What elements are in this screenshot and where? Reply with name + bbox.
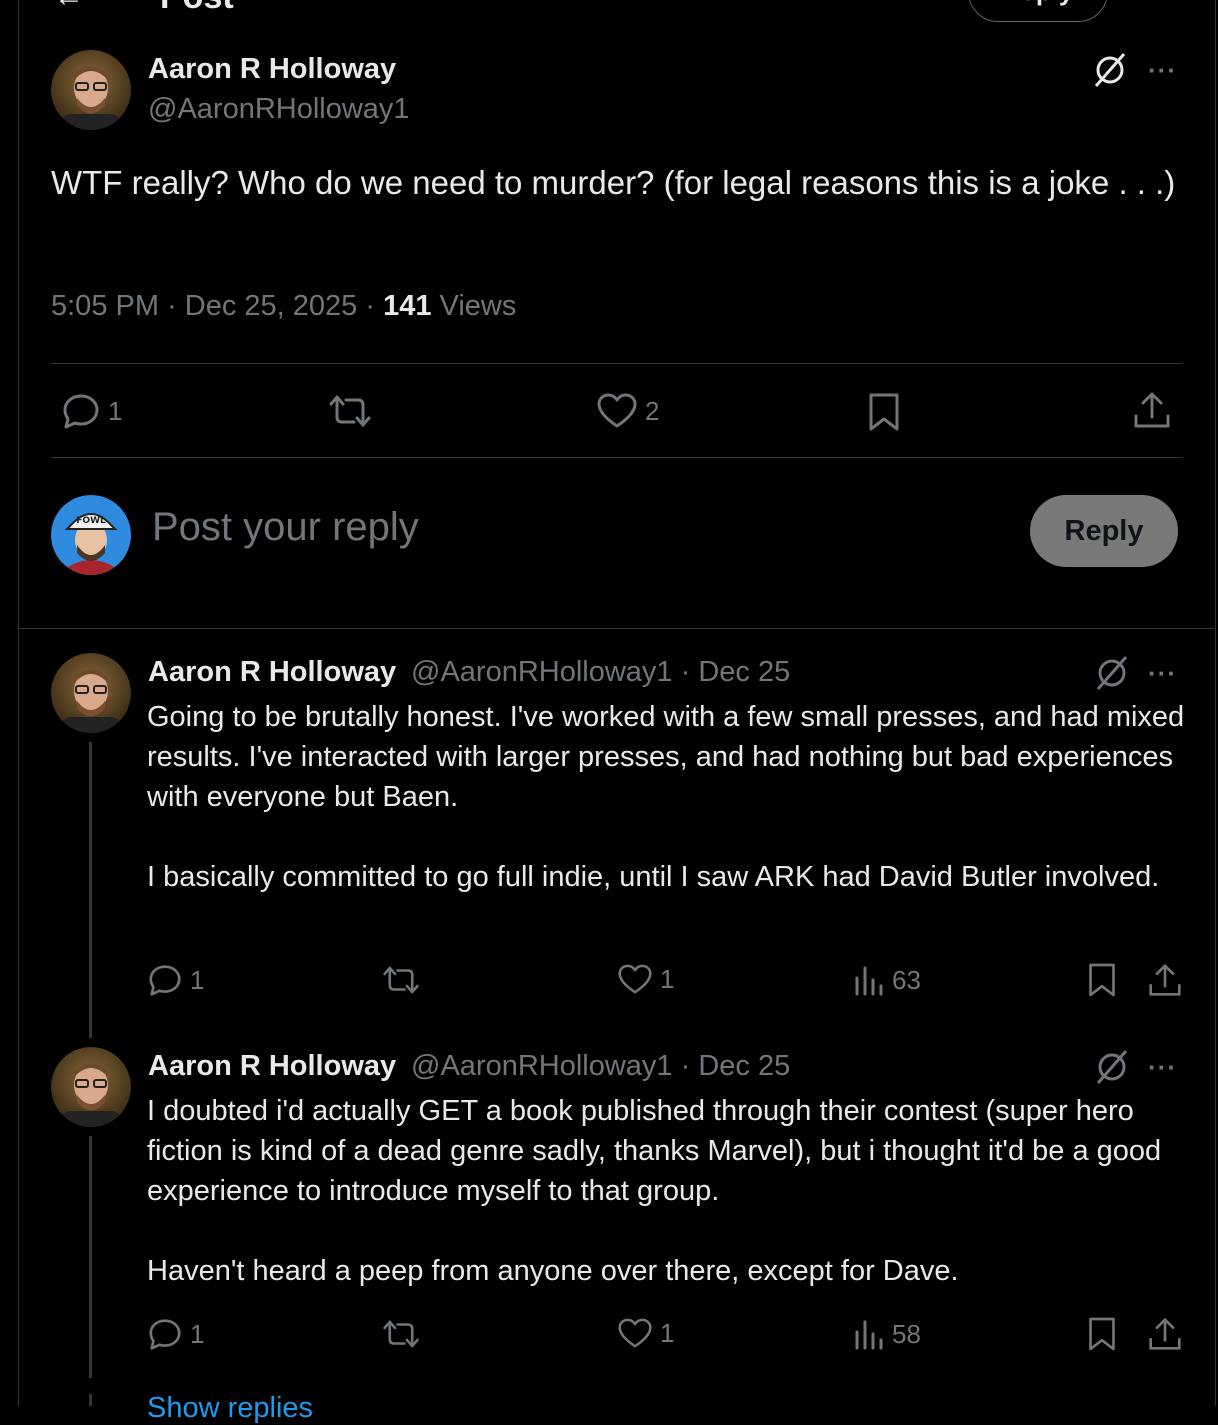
like-icon [618, 1318, 652, 1348]
bookmark-icon [1089, 1317, 1115, 1351]
reply-icon [149, 1319, 181, 1350]
grok-icon[interactable] [1092, 653, 1132, 693]
author-name[interactable]: Aaron R Holloway [148, 656, 396, 689]
views-label: Views [431, 290, 517, 322]
share-action[interactable] [1148, 1316, 1182, 1352]
views-count: 58 [892, 1318, 921, 1349]
avatar[interactable] [51, 50, 131, 130]
like-action[interactable]: 2 [597, 393, 659, 429]
divider [18, 628, 1216, 629]
reader-icon[interactable] [1130, 0, 1162, 10]
more-icon[interactable]: ··· [1148, 658, 1177, 689]
thread-line [89, 1136, 92, 1378]
like-icon [618, 964, 652, 994]
like-icon [597, 393, 637, 428]
like-count: 1 [660, 964, 675, 994]
thread-line-dots [89, 1394, 92, 1406]
views-icon [855, 1320, 883, 1350]
like-action[interactable]: 1 [618, 1318, 674, 1349]
author-name[interactable]: Aaron R Holloway [148, 53, 396, 86]
reply-paragraph: Going to be brutally honest. I've worked… [147, 701, 1185, 813]
composer-avatar[interactable]: FOWL [51, 495, 131, 575]
repost-action[interactable] [382, 1318, 420, 1350]
repost-icon [383, 966, 419, 994]
author-name[interactable]: Aaron R Holloway [148, 1050, 396, 1083]
reply-action[interactable]: 1 [62, 393, 122, 429]
reply-count: 1 [190, 964, 205, 995]
share-icon [1149, 1318, 1181, 1350]
author-handle[interactable]: @AaronRHolloway1 · Dec 25 [411, 1050, 790, 1083]
bookmark-action[interactable] [1087, 962, 1117, 998]
reply-paragraph: Haven't heard a peep from anyone over th… [147, 1255, 959, 1287]
divider [51, 363, 1183, 364]
more-icon[interactable]: ··· [1148, 1052, 1177, 1083]
reply-button[interactable]: Reply [1030, 495, 1178, 567]
more-icon[interactable]: ··· [1148, 55, 1177, 86]
column-border-right [1215, 0, 1216, 1406]
reply-count: 1 [108, 395, 123, 426]
grok-icon[interactable] [1090, 50, 1130, 90]
show-replies-link[interactable]: Show replies [147, 1392, 313, 1425]
reply-input[interactable]: Post your reply [152, 505, 419, 550]
reply-count: 1 [190, 1318, 205, 1349]
like-count: 2 [645, 395, 660, 426]
post-page: ← Post Reply Aaron R Holloway @AaronRHol… [0, 0, 1218, 1424]
reply-text: Going to be brutally honest. I've worked… [147, 697, 1187, 897]
grok-icon[interactable] [1092, 1047, 1132, 1087]
author-handle[interactable]: @AaronRHolloway1 [148, 93, 410, 126]
reply-paragraph: I doubted i'd actually GET a book publis… [147, 1095, 1162, 1207]
share-action[interactable] [1133, 390, 1171, 430]
bookmark-action[interactable] [867, 392, 901, 432]
header-reply-button[interactable]: Reply [968, 0, 1108, 22]
share-icon [1149, 964, 1181, 996]
post-time[interactable]: 5:05 PM · Dec 25, 2025 · [51, 290, 383, 322]
reply-action[interactable]: 1 [148, 964, 204, 996]
back-arrow-icon[interactable]: ← [54, 0, 84, 14]
bookmark-icon [869, 393, 899, 431]
reply-icon [149, 965, 181, 996]
thread-line [89, 742, 92, 1038]
like-action[interactable]: 1 [618, 964, 674, 995]
views-count: 63 [892, 964, 921, 995]
author-handle[interactable]: @AaronRHolloway1 · Dec 25 [411, 656, 790, 689]
svg-text:FOWL: FOWL [76, 516, 106, 526]
avatar[interactable] [51, 653, 131, 733]
views-action[interactable]: 58 [854, 1318, 921, 1350]
share-icon [1134, 392, 1170, 428]
post-metadata: 5:05 PM · Dec 25, 2025 · 141 Views [51, 290, 516, 323]
page-title: Post [160, 0, 234, 17]
divider [51, 457, 1183, 458]
share-action[interactable] [1148, 962, 1182, 998]
views-icon [855, 966, 883, 996]
views-count: 141 [383, 290, 432, 322]
bookmark-action[interactable] [1087, 1316, 1117, 1352]
column-border-left [18, 0, 19, 1406]
repost-action[interactable] [382, 964, 420, 996]
reply-text: I doubted i'd actually GET a book publis… [147, 1091, 1187, 1291]
post-text: WTF really? Who do we need to murder? (f… [51, 164, 1176, 201]
reply-icon [63, 394, 99, 429]
repost-action[interactable] [328, 393, 372, 429]
repost-icon [329, 395, 371, 427]
reply-action[interactable]: 1 [148, 1318, 204, 1350]
reply-paragraph: I basically committed to go full indie, … [147, 861, 1160, 893]
bookmark-icon [1089, 963, 1115, 997]
repost-icon [383, 1320, 419, 1348]
like-count: 1 [660, 1318, 675, 1348]
avatar[interactable] [51, 1047, 131, 1127]
views-action[interactable]: 63 [854, 964, 921, 996]
